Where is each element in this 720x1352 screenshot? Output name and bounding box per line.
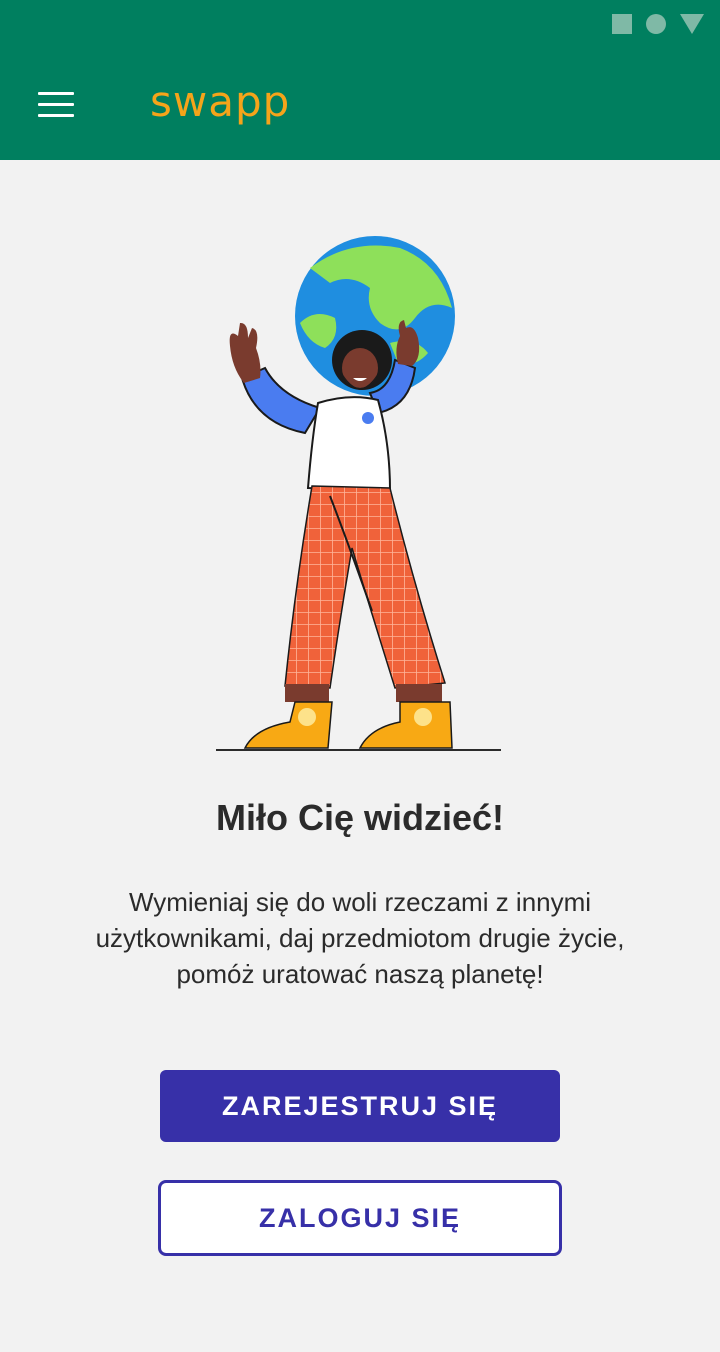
menu-line (38, 113, 74, 117)
app-logo: swapp (150, 77, 291, 126)
login-button[interactable]: ZALOGUJ SIĘ (158, 1180, 562, 1256)
welcome-title: Miło Cię widzieć! (215, 797, 505, 838)
menu-line (38, 91, 74, 95)
welcome-text: Wymieniaj się do woli rzeczami z innymi … (95, 887, 625, 989)
hamburger-menu-icon[interactable] (30, 84, 82, 124)
status-bar-icons (612, 14, 704, 34)
triangle-icon (680, 14, 704, 34)
register-button[interactable]: ZAREJESTRUJ SIĘ (160, 1070, 560, 1142)
app-bar: swapp (0, 0, 720, 160)
menu-line (38, 102, 74, 106)
person-holding-globe-illustration (200, 228, 520, 758)
square-icon (612, 14, 632, 34)
circle-icon (646, 14, 666, 34)
